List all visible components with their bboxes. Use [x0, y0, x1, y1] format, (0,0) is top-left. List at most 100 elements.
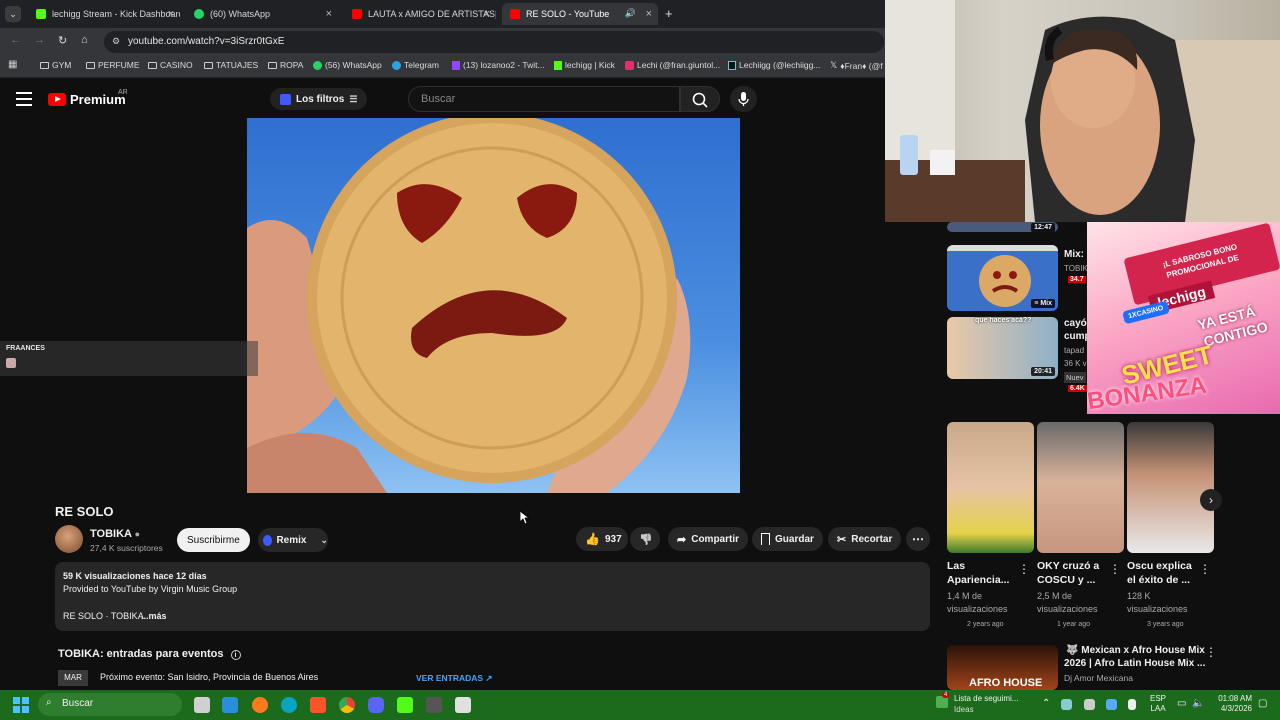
short-2-date: 1 year ago: [1057, 621, 1091, 628]
chrome-icon[interactable]: [339, 697, 355, 713]
home-icon[interactable]: ⌂: [81, 34, 88, 46]
kick-app-icon[interactable]: [397, 697, 413, 713]
description-box[interactable]: 59 K visualizaciones hace 12 días Provid…: [55, 562, 930, 631]
short-2-title-1[interactable]: OKY cruzó a: [1037, 559, 1099, 573]
widget-line-1: Lista de seguimi...: [954, 694, 1019, 703]
clock[interactable]: 01:08 AM 4/3/2026: [1210, 694, 1252, 714]
short-1-title-1[interactable]: Las: [947, 559, 965, 573]
apps-icon[interactable]: ▦: [8, 59, 17, 70]
bookmark-ropa[interactable]: ROPA: [268, 60, 303, 70]
youtube-logo[interactable]: Premium: [48, 92, 126, 107]
filters-icon: [280, 93, 291, 105]
taskbar-search[interactable]: ⌕ Buscar: [38, 693, 182, 716]
shorts-next-button[interactable]: ›: [1200, 489, 1222, 511]
short-1-title-2[interactable]: Apariencia...: [947, 573, 1009, 587]
notifications-icon[interactable]: ▢: [1258, 698, 1267, 709]
volume-icon[interactable]: 🔈: [1192, 698, 1204, 709]
sidebar-top-thumbnail[interactable]: 12:47: [947, 222, 1058, 232]
watchlist-widget[interactable]: 4 Lista de seguimi... Ideas: [936, 692, 1026, 718]
bookmark-tatuajes[interactable]: TATUAJES: [204, 60, 258, 70]
tab-youtube-active[interactable]: RE SOLO - YouTube 🔊 ×: [502, 3, 658, 25]
short-3-title-2[interactable]: el éxito de ...: [1127, 573, 1190, 587]
remix-button[interactable]: Remix ⌄: [258, 528, 328, 552]
filters-chip[interactable]: Los filtros ☰: [270, 88, 368, 110]
widget-line-2: Ideas: [954, 705, 974, 714]
close-icon[interactable]: ×: [484, 8, 490, 20]
menu-icon[interactable]: [16, 92, 32, 106]
reload-icon[interactable]: ↻: [58, 34, 67, 47]
tray-app-icon[interactable]: [1061, 699, 1072, 710]
bottom-video-thumbnail[interactable]: AFRO HOUSE: [947, 645, 1058, 690]
task-view-icon[interactable]: [194, 697, 210, 713]
voice-search-button[interactable]: [730, 86, 757, 112]
edge-icon[interactable]: [281, 697, 297, 713]
tray-app-icon[interactable]: [1084, 699, 1095, 710]
tray-overflow-icon[interactable]: ⌃: [1042, 698, 1050, 709]
language-indicator[interactable]: ESP LAA: [1150, 694, 1166, 714]
like-button[interactable]: 👍 937: [576, 527, 628, 551]
tray-microphone-icon[interactable]: [1128, 699, 1136, 710]
bookmark-perfume[interactable]: PERFUME: [86, 60, 140, 70]
close-icon[interactable]: ×: [326, 8, 332, 20]
channel-name[interactable]: TOBIKA ●: [90, 528, 140, 540]
tab-whatsapp[interactable]: (60) WhatsApp ×: [186, 3, 338, 25]
bookmark-gym[interactable]: GYM: [40, 60, 71, 70]
tab-lauta[interactable]: LAUTA x AMIGO DE ARTISTAS| ×: [344, 3, 496, 25]
bottom-video-title-1[interactable]: 🐺 Mexican x Afro House Mix: [1066, 645, 1205, 656]
more-vert-icon[interactable]: ⋮: [1109, 562, 1121, 576]
info-icon[interactable]: i: [230, 650, 241, 660]
firefox-icon[interactable]: [252, 697, 268, 713]
close-icon[interactable]: ×: [646, 8, 652, 20]
bookmark-x[interactable]: 𝕏 ♦Fran♦ (@f: [830, 60, 883, 71]
video-thumbnail-2[interactable]: que haces acá?? 20:41: [947, 317, 1058, 379]
bookmark-casino[interactable]: CASINO: [148, 60, 193, 70]
search-button[interactable]: [680, 86, 720, 112]
bookmark-twitch[interactable]: (13) lozanoo2 - Twit...: [452, 60, 545, 70]
tickets-link[interactable]: VER ENTRADAS ↗: [416, 673, 493, 684]
tray-app-icon[interactable]: [1106, 699, 1117, 710]
bottom-video-title-2[interactable]: 2026 | Afro Latin House Mix ...: [1064, 658, 1205, 669]
video-2-title-1[interactable]: cayó: [1064, 318, 1087, 329]
file-explorer-icon[interactable]: [222, 697, 238, 713]
site-info-icon[interactable]: ⚙: [112, 36, 120, 47]
url-field[interactable]: ⚙ youtube.com/watch?v=3iSrzr0tGxE: [104, 31, 884, 53]
close-icon[interactable]: ×: [168, 8, 174, 20]
more-vert-icon[interactable]: ⋮: [1205, 645, 1217, 659]
clip-button[interactable]: ✂ Recortar: [828, 527, 902, 551]
brave-icon[interactable]: [310, 697, 326, 713]
search-input[interactable]: Buscar: [408, 86, 680, 112]
video-player[interactable]: [247, 118, 740, 493]
windows-start-icon[interactable]: [13, 697, 29, 713]
short-2-title-2[interactable]: COSCU y ...: [1037, 573, 1095, 587]
event-row[interactable]: MAR Próximo evento: San Isidro, Provinci…: [58, 670, 508, 686]
mix-thumbnail[interactable]: ≡ Mix: [947, 245, 1058, 311]
obs-app-icon[interactable]: [455, 697, 471, 713]
new-tab-icon[interactable]: +: [665, 6, 673, 21]
short-thumbnail-2[interactable]: [1037, 422, 1124, 553]
tab-kick[interactable]: lechigg Stream - Kick Dashboard ×: [28, 3, 180, 25]
share-button[interactable]: ➦ Compartir: [668, 527, 749, 551]
bookmark-kick[interactable]: lechigg | Kick: [554, 60, 615, 70]
more-vert-icon[interactable]: ⋮: [1199, 562, 1211, 576]
subscribe-button[interactable]: Suscribirme: [177, 528, 250, 552]
dislike-button[interactable]: 👎: [630, 527, 660, 551]
bookmark-whatsapp[interactable]: (56) WhatsApp: [313, 60, 382, 70]
discord-icon[interactable]: [368, 697, 384, 713]
bookmark-tiktok[interactable]: Lechiigg (@lechiigg...: [728, 60, 820, 70]
back-icon[interactable]: ←: [10, 34, 21, 46]
network-icon[interactable]: ▭: [1177, 698, 1186, 709]
document-app-icon[interactable]: [426, 697, 442, 713]
short-thumbnail-3[interactable]: [1127, 422, 1214, 553]
channel-avatar[interactable]: [55, 525, 83, 553]
speaker-icon[interactable]: 🔊: [625, 8, 636, 19]
forward-icon[interactable]: →: [34, 34, 45, 46]
bookmark-instagram[interactable]: Lechi (@fran.giuntol...: [625, 60, 720, 70]
short-3-title-1[interactable]: Oscu explica: [1127, 559, 1192, 573]
tab-list-icon[interactable]: ⌄: [5, 6, 21, 22]
bookmark-telegram[interactable]: Telegram: [392, 60, 439, 70]
show-more-link[interactable]: ...más: [141, 611, 167, 621]
more-vert-icon[interactable]: ⋮: [1018, 562, 1030, 576]
save-button[interactable]: Guardar: [752, 527, 823, 551]
more-actions-button[interactable]: ⋯: [906, 527, 930, 551]
short-thumbnail-1[interactable]: [947, 422, 1034, 553]
